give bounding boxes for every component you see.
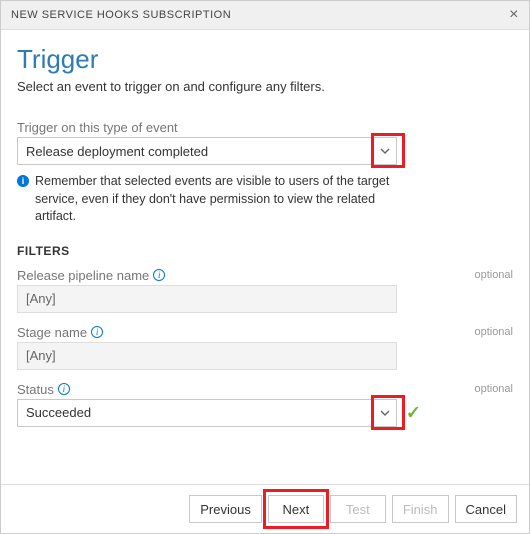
release-pipeline-select[interactable]: [Any] xyxy=(17,285,397,313)
optional-label: optional xyxy=(474,326,513,338)
info-note-text: Remember that selected events are visibl… xyxy=(35,173,397,226)
info-icon[interactable]: i xyxy=(153,269,165,281)
info-note: i Remember that selected events are visi… xyxy=(17,173,397,226)
stage-name-label: Stage name xyxy=(17,325,87,340)
event-type-select[interactable]: Release deployment completed xyxy=(17,137,397,165)
event-type-value: Release deployment completed xyxy=(26,144,208,159)
filters-heading: FILTERS xyxy=(17,244,513,258)
checkmark-icon: ✓ xyxy=(406,402,421,423)
page-subtitle: Select an event to trigger on and config… xyxy=(17,79,513,94)
status-field: Status i optional Succeeded ✓ xyxy=(17,382,513,427)
test-button[interactable]: Test xyxy=(330,495,386,523)
close-icon[interactable]: × xyxy=(509,7,519,23)
optional-label: optional xyxy=(474,383,513,395)
status-select[interactable]: Succeeded ✓ xyxy=(17,399,397,427)
dialog-title: NEW SERVICE HOOKS SUBSCRIPTION xyxy=(11,9,231,21)
dialog-footer: Previous Next Test Finish Cancel xyxy=(1,484,529,533)
stage-name-field: Stage name i optional [Any] xyxy=(17,325,513,370)
info-icon[interactable]: i xyxy=(91,326,103,338)
cancel-button[interactable]: Cancel xyxy=(455,495,517,523)
event-type-label: Trigger on this type of event xyxy=(17,120,178,135)
stage-name-value: [Any] xyxy=(26,348,56,363)
info-icon[interactable]: i xyxy=(58,383,70,395)
release-pipeline-value: [Any] xyxy=(26,291,56,306)
release-pipeline-field: Release pipeline name i optional [Any] xyxy=(17,268,513,313)
finish-button[interactable]: Finish xyxy=(392,495,449,523)
optional-label: optional xyxy=(474,269,513,281)
status-value: Succeeded xyxy=(26,405,91,420)
release-pipeline-label: Release pipeline name xyxy=(17,268,149,283)
next-button[interactable]: Next xyxy=(268,495,324,523)
page-title: Trigger xyxy=(17,44,513,75)
dialog-content: Trigger Select an event to trigger on an… xyxy=(1,30,529,427)
event-type-field: Trigger on this type of event Release de… xyxy=(17,120,513,165)
dialog-header: NEW SERVICE HOOKS SUBSCRIPTION × xyxy=(1,1,529,30)
previous-button[interactable]: Previous xyxy=(189,495,262,523)
info-icon: i xyxy=(17,175,29,187)
stage-name-select[interactable]: [Any] xyxy=(17,342,397,370)
status-label: Status xyxy=(17,382,54,397)
